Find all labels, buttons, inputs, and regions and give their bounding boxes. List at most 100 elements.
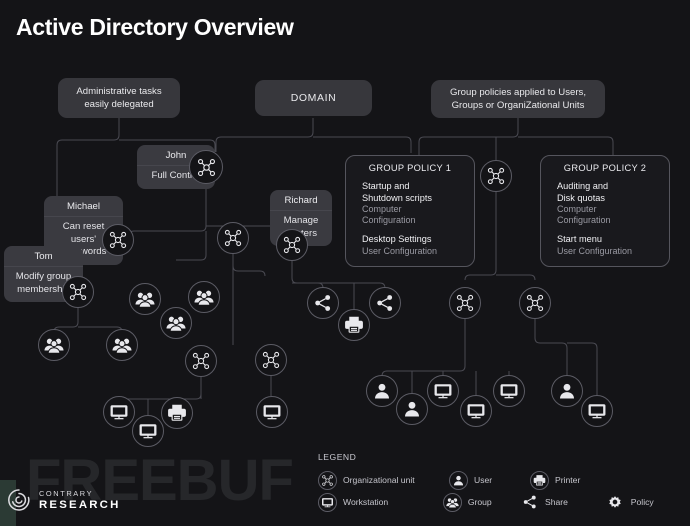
- node-prn-2[interactable]: [338, 309, 370, 341]
- box-administrative-tasks-label: Administrative tasks easily delegated: [76, 86, 162, 110]
- spiral-icon: [8, 489, 30, 511]
- group-icon: [166, 316, 186, 332]
- node-ws-2[interactable]: [132, 415, 164, 447]
- node-ws-7[interactable]: [581, 395, 613, 427]
- node-ou-mid[interactable]: [217, 222, 249, 254]
- legend-item-policy: Policy: [606, 493, 682, 512]
- brand-line-2: RESEARCH: [39, 499, 121, 511]
- legend-item-workstation: Workstation: [318, 492, 443, 512]
- workstation-icon: [467, 404, 485, 419]
- node-ou-richard[interactable]: [276, 229, 308, 261]
- printer-icon: [533, 474, 546, 486]
- organizational-unit-icon: [197, 158, 215, 176]
- node-ws-3[interactable]: [256, 396, 288, 428]
- legend-row-1: Organizational unit User Printer: [318, 469, 682, 491]
- group-policy-title: GROUP POLICY 2: [563, 163, 647, 173]
- printer-icon: [530, 470, 549, 490]
- node-usr-2[interactable]: [396, 393, 428, 425]
- user-icon: [375, 383, 389, 399]
- policy-item-scope: User Configuration: [362, 245, 438, 256]
- share-icon: [377, 295, 393, 311]
- printer-icon: [345, 316, 363, 333]
- node-grp-a[interactable]: [129, 283, 161, 315]
- box-group-policies-label: Group policies applied to Users, Groups o…: [450, 87, 586, 111]
- legend-item-label: Share: [545, 497, 568, 507]
- node-ou-low-b[interactable]: [519, 287, 551, 319]
- group-icon: [135, 292, 155, 308]
- legend-item-label: Organizational unit: [343, 475, 415, 485]
- policy-item-name: Startup and Shutdown scripts: [362, 181, 432, 203]
- group-icon: [446, 497, 459, 508]
- box-group-policies: Group policies applied to Users, Groups o…: [431, 80, 605, 118]
- workstation-icon: [110, 405, 128, 420]
- node-usr-3[interactable]: [551, 375, 583, 407]
- node-prn-1[interactable]: [161, 397, 193, 429]
- node-ou-low-a[interactable]: [449, 287, 481, 319]
- node-usr-1[interactable]: [366, 375, 398, 407]
- policy-item: Start menu User Configuration: [550, 233, 660, 257]
- legend-item-label: Group: [467, 497, 492, 507]
- policy-icon: [609, 496, 622, 508]
- legend-item-label: Printer: [555, 475, 581, 485]
- policy-item-scope: Computer Configuration: [557, 204, 611, 225]
- policy-item-name: Auditing and Disk quotas: [557, 181, 609, 203]
- organizational-unit-icon: [109, 231, 127, 249]
- node-grp-d[interactable]: [38, 329, 70, 361]
- legend: LEGEND Organizational unit User Printer: [318, 452, 682, 513]
- organizational-unit-icon: [283, 236, 301, 254]
- organizational-unit-icon: [456, 294, 474, 312]
- group-icon: [442, 492, 462, 512]
- legend-item-label: User: [474, 475, 493, 485]
- workstation-icon: [500, 384, 518, 399]
- node-ws-1[interactable]: [103, 396, 135, 428]
- group-icon: [194, 290, 214, 306]
- policy-item-scope: Computer Configuration: [362, 204, 416, 225]
- policy-item: Startup and Shutdown scripts Computer Conf…: [355, 180, 465, 226]
- policy-item: Auditing and Disk quotas Computer Configur…: [550, 180, 660, 226]
- legend-item-organizational-unit: Organizational unit: [318, 470, 449, 490]
- user-icon: [560, 383, 574, 399]
- legend-item-label: Policy: [630, 497, 654, 507]
- user-icon: [449, 470, 468, 490]
- group-icon: [44, 338, 64, 354]
- node-ou-tom[interactable]: [62, 276, 94, 308]
- node-grp-e[interactable]: [106, 329, 138, 361]
- legend-item-printer: Printer: [530, 470, 620, 490]
- node-ou-ws-left[interactable]: [185, 345, 217, 377]
- user-icon: [453, 475, 464, 485]
- legend-item-user: User: [449, 470, 530, 490]
- organizational-unit-icon: [69, 283, 87, 301]
- person-name: Richard: [284, 195, 318, 206]
- node-ws-5[interactable]: [460, 395, 492, 427]
- workstation-icon: [588, 404, 606, 419]
- organizational-unit-icon: [262, 351, 280, 369]
- node-grp-b[interactable]: [188, 281, 220, 313]
- share-icon: [520, 493, 539, 512]
- node-ou-john[interactable]: [189, 150, 223, 184]
- group-policy-2-panel: GROUP POLICY 2 Auditing and Disk quotas C…: [540, 155, 670, 267]
- policy-item: Desktop Settings User Configuration: [355, 233, 465, 257]
- share-icon: [315, 295, 331, 311]
- user-icon: [405, 401, 419, 417]
- person-name: Tom: [34, 251, 53, 262]
- diagram-canvas: Active Directory Overview Administrative…: [0, 0, 690, 526]
- organizational-unit-icon: [318, 470, 337, 490]
- box-administrative-tasks: Administrative tasks easily delegated: [58, 78, 180, 118]
- workstation-icon: [434, 384, 452, 399]
- node-ou-michael[interactable]: [102, 224, 134, 256]
- node-ou-ws-right[interactable]: [255, 344, 287, 376]
- organizational-unit-icon: [192, 352, 210, 370]
- node-ws-4[interactable]: [427, 375, 459, 407]
- group-policy-title: GROUP POLICY 1: [368, 163, 452, 173]
- legend-title: LEGEND: [318, 452, 357, 462]
- node-ou-gp-mid[interactable]: [480, 160, 512, 192]
- node-shr-1[interactable]: [307, 287, 339, 319]
- node-ws-6[interactable]: [493, 375, 525, 407]
- brand-logo: CONTRARY RESEARCH: [6, 487, 121, 513]
- person-name: Michael: [66, 201, 101, 212]
- legend-row-2: Workstation Group Share Policy: [318, 491, 682, 513]
- organizational-unit-icon: [322, 474, 333, 486]
- node-shr-2[interactable]: [369, 287, 401, 319]
- node-grp-c[interactable]: [160, 307, 192, 339]
- policy-item-name: Desktop Settings: [362, 234, 432, 244]
